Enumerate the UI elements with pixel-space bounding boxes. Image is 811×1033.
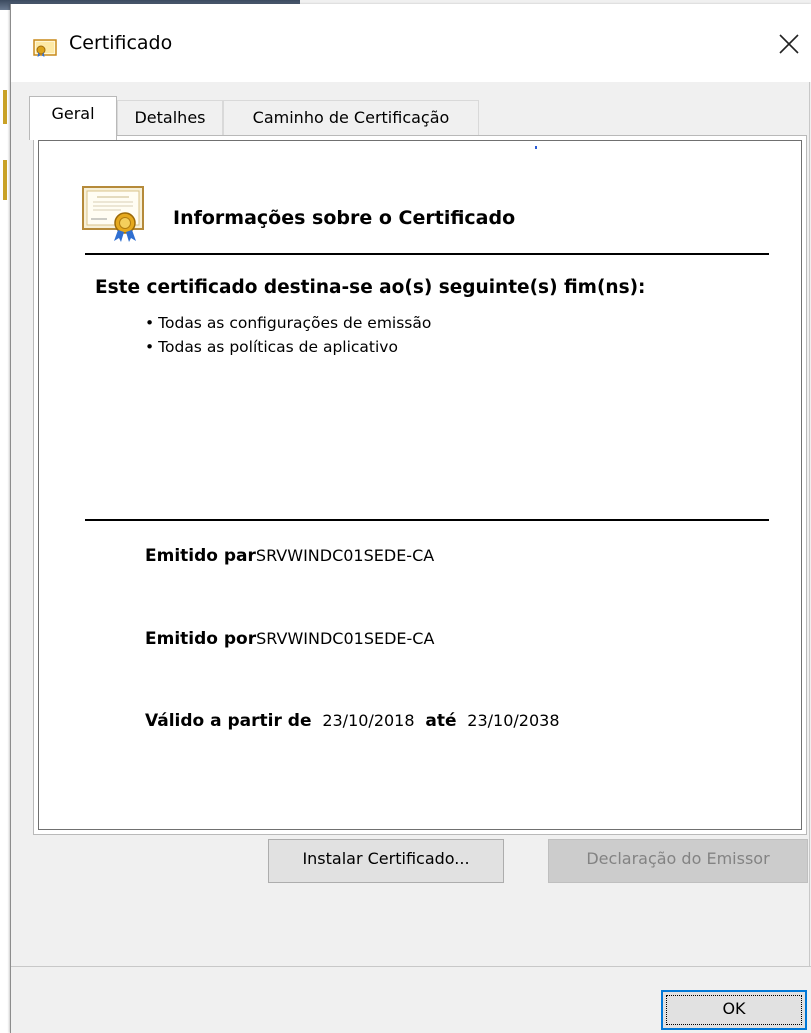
heading-divider	[85, 253, 769, 255]
screen: Certificado Geral Detalhes Caminho de Ce…	[0, 0, 811, 1033]
list-item: • Todas as configurações de emissão	[145, 311, 431, 335]
tab-geral[interactable]: Geral	[29, 96, 117, 140]
issuer-statement-button[interactable]: Declaração do Emissor	[548, 839, 808, 883]
title-bar: Certificado	[11, 4, 811, 82]
issued-to-label: Emitido par	[145, 546, 256, 566]
tab-caminho-de-certificacao[interactable]: Caminho de Certificação	[223, 100, 479, 138]
issued-by-value: SRVWINDC01SEDE-CA	[256, 629, 435, 648]
background-accent-mark	[3, 160, 7, 200]
stray-pixel	[535, 146, 537, 149]
background-window-edge	[0, 10, 10, 1033]
certificate-dialog: Certificado Geral Detalhes Caminho de Ce…	[10, 4, 811, 1033]
install-certificate-button[interactable]: Instalar Certificado...	[268, 839, 504, 883]
validity-field: Válido a partir de 23/10/2018 até 23/10/…	[145, 711, 560, 731]
issued-to-value: SRVWINDC01SEDE-CA	[255, 546, 435, 565]
bullet-icon: •	[145, 338, 155, 356]
certificate-icon	[33, 39, 57, 58]
valid-to-label: até	[425, 711, 457, 731]
issued-by-field: Emitido porSRVWINDC01SEDE-CA	[145, 629, 434, 649]
valid-to-value: 23/10/2038	[467, 711, 560, 730]
bullet-icon: •	[145, 314, 155, 332]
valid-from-value: 23/10/2018	[322, 711, 415, 730]
background-accent-mark	[3, 90, 7, 124]
ok-button[interactable]: OK	[661, 990, 807, 1030]
footer-separator	[11, 966, 811, 967]
info-heading: Informações sobre o Certificado	[173, 207, 516, 229]
window-title: Certificado	[69, 32, 173, 54]
valid-from-label: Válido a partir de	[145, 711, 312, 731]
tab-detalhes[interactable]: Detalhes	[117, 100, 223, 138]
general-tab-panel: Informações sobre o Certificado Este cer…	[33, 135, 807, 835]
purpose-list: • Todas as configurações de emissão • Toda…	[145, 311, 431, 359]
purpose-heading: Este certificado destina-se ao(s) seguin…	[95, 277, 646, 298]
purpose-text: Todas as políticas de aplicativo	[158, 338, 398, 356]
issued-by-label: Emitido por	[145, 629, 257, 649]
purpose-text: Todas as configurações de emissão	[158, 314, 432, 332]
list-item: • Todas as políticas de aplicativo	[145, 335, 431, 359]
issued-to-field: Emitido parSRVWINDC01SEDE-CA	[145, 546, 434, 566]
details-divider	[85, 519, 769, 521]
focus-ring	[666, 995, 802, 1025]
certificate-icon	[82, 186, 144, 242]
certificate-info-box: Informações sobre o Certificado Este cer…	[38, 140, 802, 830]
close-icon[interactable]	[771, 26, 807, 62]
